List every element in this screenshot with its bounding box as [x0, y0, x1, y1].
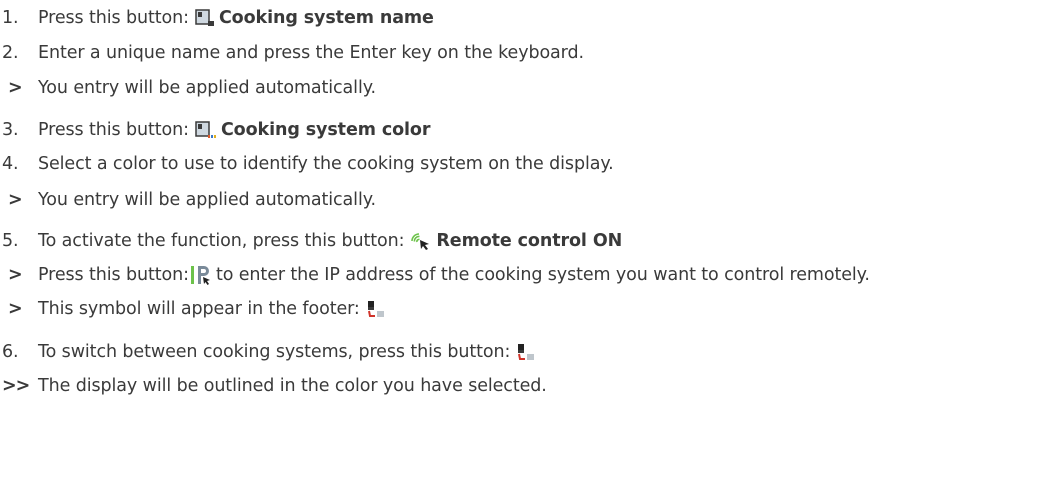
button-label: Remote control ON: [436, 231, 623, 251]
step-number: 4.: [2, 154, 19, 174]
step-number: 5.: [2, 231, 19, 251]
result-text: This symbol will appear in the footer:: [38, 299, 360, 319]
result-marker: >: [8, 265, 23, 285]
button-label: Cooking system color: [220, 120, 431, 140]
step-1: 1. Press this button: Cooking system nam…: [0, 3, 434, 33]
result-1: > You entry will be applied automaticall…: [0, 73, 376, 103]
step-text: To activate the function, press this but…: [38, 231, 405, 251]
final-result: >> The display will be outlined in the c…: [0, 371, 547, 401]
switch-cooking-system-icon: [516, 343, 536, 361]
step-number: 3.: [2, 120, 19, 140]
step-text: Press this button:: [38, 8, 189, 28]
step-number: 2.: [2, 43, 19, 63]
step-number: 1.: [2, 8, 19, 28]
result-marker: >: [8, 299, 23, 319]
remote-control-icon: [410, 232, 432, 250]
result-text: You entry will be applied automatically.: [38, 78, 376, 98]
step-text: Press this button:: [38, 120, 189, 140]
step-6: 6. To switch between cooking systems, pr…: [0, 337, 536, 367]
step-text: Enter a unique name and press the Enter …: [38, 43, 584, 63]
step-3: 3. Press this button: Cooking system col…: [0, 115, 430, 145]
step-5: 5. To activate the function, press this …: [0, 226, 622, 256]
step-4: 4. Select a color to use to identify the…: [0, 149, 614, 179]
final-result-marker: >>: [2, 376, 30, 396]
result-2: > You entry will be applied automaticall…: [0, 185, 376, 215]
result-4: > This symbol will appear in the footer:: [0, 294, 386, 324]
cooking-system-color-icon: [195, 121, 217, 139]
step-text: Select a color to use to identify the co…: [38, 154, 614, 174]
ip-address-icon: [190, 265, 212, 285]
result-text-before: Press this button:: [38, 265, 189, 285]
step-text: To switch between cooking systems, press…: [38, 342, 511, 362]
result-marker: >: [8, 190, 23, 210]
result-3: > Press this button: to enter the IP add…: [0, 260, 870, 290]
remote-footer-symbol-icon: [366, 300, 386, 318]
step-number: 6.: [2, 342, 19, 362]
cooking-system-name-icon: [195, 9, 215, 27]
result-marker: >: [8, 78, 23, 98]
result-text-after: to enter the IP address of the cooking s…: [215, 265, 870, 285]
button-label: Cooking system name: [218, 8, 434, 28]
final-result-text: The display will be outlined in the colo…: [38, 376, 547, 396]
step-2: 2. Enter a unique name and press the Ent…: [0, 38, 584, 68]
result-text: You entry will be applied automatically.: [38, 190, 376, 210]
